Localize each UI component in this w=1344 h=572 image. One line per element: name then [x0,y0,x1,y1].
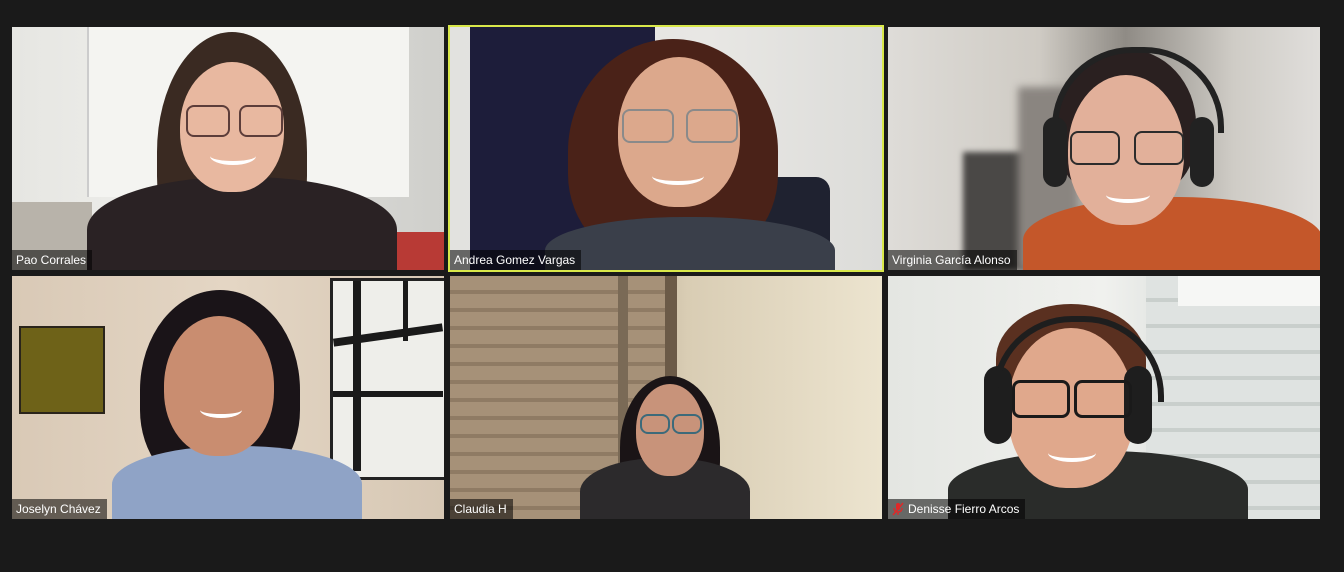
video-tile-claudia-h[interactable]: Claudia H [450,276,882,519]
participant-name: Claudia H [454,502,507,516]
mic-muted-icon [892,502,904,516]
participant-name-tag: Joselyn Chávez [12,499,107,519]
video-tile-virginia-garcia-alonso[interactable]: Virginia García Alonso [888,27,1320,270]
participant-name-tag: Denisse Fierro Arcos [888,499,1026,519]
video-gallery: Pao Corrales Andrea Gomez Vargas Virgini… [0,0,1344,572]
video-tile-denisse-fierro-arcos[interactable]: Denisse Fierro Arcos [888,276,1320,519]
participant-name: Pao Corrales [16,253,87,267]
video-feed [450,27,882,270]
video-feed [888,27,1320,270]
participant-name: Denisse Fierro Arcos [908,502,1020,516]
video-feed [12,27,444,270]
participant-name: Joselyn Chávez [16,502,101,516]
video-feed [888,276,1320,519]
video-tile-andrea-gomez-vargas[interactable]: Andrea Gomez Vargas [448,25,884,272]
participant-name-tag: Andrea Gomez Vargas [450,250,582,270]
participant-name-tag: Pao Corrales [12,250,93,270]
video-feed [450,276,882,519]
participant-name-tag: Virginia García Alonso [888,250,1017,270]
participant-name: Andrea Gomez Vargas [454,253,576,267]
video-feed [12,276,444,519]
participant-name: Virginia García Alonso [892,253,1011,267]
participant-name-tag: Claudia H [450,499,513,519]
video-tile-pao-corrales[interactable]: Pao Corrales [12,27,444,270]
video-tile-joselyn-chavez[interactable]: Joselyn Chávez [12,276,444,519]
